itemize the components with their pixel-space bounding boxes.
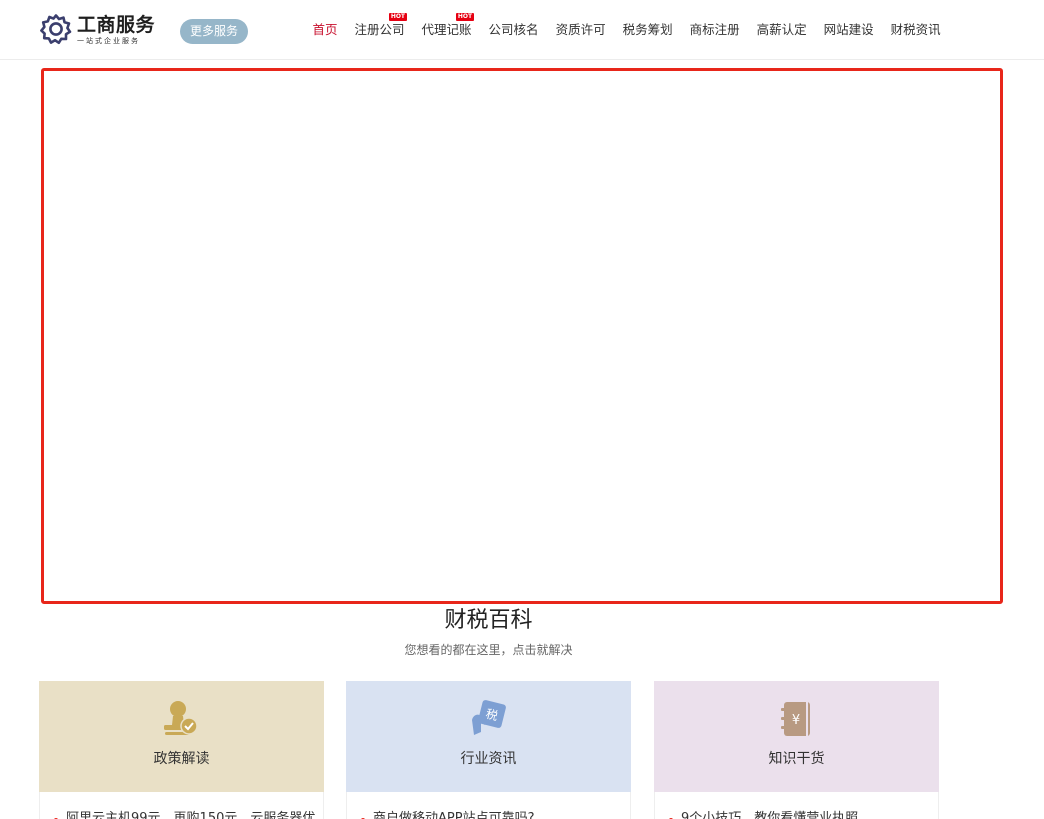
section-title: 财税百科 <box>444 608 533 633</box>
nav-item-label: 财税资讯 <box>890 22 941 37</box>
nav-item-label: 公司核名 <box>488 22 539 37</box>
nav-item-trademark[interactable]: 商标注册 <box>681 0 748 60</box>
nav-item-label: 资质许可 <box>555 22 606 37</box>
card-knowledge[interactable]: ¥ 知识干货 9个小技巧，教你看懂营业执照 <box>654 681 939 819</box>
logo-title: 工商服务 <box>77 14 156 36</box>
main-nav: 首页 注册公司 HOT 代理记账 HOT 公司核名 资质许可 税务筹划 商标注册 高… <box>304 0 949 60</box>
tax-document-icon: 税 <box>472 700 506 735</box>
card-policy[interactable]: 政策解读 阿里云主机99元，再购150元，云服务器优 <box>39 681 324 819</box>
gear-logo-icon <box>40 14 72 45</box>
logo-subtitle: 一站式企业服务 <box>77 37 140 45</box>
card-label: 知识干货 <box>768 751 825 767</box>
nav-item-label: 商标注册 <box>689 22 740 37</box>
nav-item-label: 注册公司 <box>354 22 405 37</box>
card-label: 行业资讯 <box>460 751 517 767</box>
nav-item-name-check[interactable]: 公司核名 <box>480 0 547 60</box>
nav-item-label: 首页 <box>312 22 338 37</box>
nav-item-tax-planning[interactable]: 税务筹划 <box>614 0 681 60</box>
list-item[interactable]: 阿里云主机99元，再购150元，云服务器优 <box>54 810 315 819</box>
card-header: 税 行业资讯 <box>346 681 631 792</box>
nav-item-label: 高薪认定 <box>756 22 807 37</box>
notebook-icon: ¥ <box>781 702 810 736</box>
card-list: 9个小技巧，教你看懂营业执照 <box>654 792 939 819</box>
svg-text:¥: ¥ <box>792 713 800 728</box>
site-header: 工商服务 一站式企业服务 更多服务 首页 注册公司 HOT 代理记账 HOT 公司核… <box>0 0 1044 60</box>
site-logo[interactable]: 工商服务 一站式企业服务 <box>40 13 165 47</box>
nav-item-home[interactable]: 首页 <box>304 0 346 60</box>
stamp-icon <box>164 701 198 735</box>
nav-item-label: 税务筹划 <box>622 22 673 37</box>
nav-item-qualification[interactable]: 资质许可 <box>547 0 614 60</box>
hot-badge: HOT <box>388 13 408 21</box>
card-industry-news[interactable]: 税 行业资讯 商户做移动APP站点可靠吗? <box>346 681 631 819</box>
list-item[interactable]: 商户做移动APP站点可靠吗? <box>361 810 534 819</box>
card-list: 商户做移动APP站点可靠吗? <box>346 792 631 819</box>
section-subtitle: 您想看的都在这里，点击就解决 <box>404 643 573 657</box>
nav-item-label: 网站建设 <box>823 22 874 37</box>
list-item[interactable]: 9个小技巧，教你看懂营业执照 <box>669 810 858 819</box>
card-list: 阿里云主机99元，再购150元，云服务器优 <box>39 792 324 819</box>
hot-badge: HOT <box>455 13 475 21</box>
card-header: ¥ 知识干货 <box>654 681 939 792</box>
nav-item-label: 代理记账 <box>421 22 472 37</box>
nav-item-high-tech[interactable]: 高薪认定 <box>748 0 815 60</box>
nav-item-bookkeeping[interactable]: 代理记账 HOT <box>413 0 480 60</box>
card-header: 政策解读 <box>39 681 324 792</box>
nav-item-register-company[interactable]: 注册公司 HOT <box>346 0 413 60</box>
more-services-button[interactable]: 更多服务 <box>180 19 248 44</box>
nav-item-website[interactable]: 网站建设 <box>815 0 882 60</box>
card-label: 政策解读 <box>153 751 210 767</box>
banner-placeholder <box>41 68 1003 604</box>
nav-item-tax-news[interactable]: 财税资讯 <box>882 0 949 60</box>
